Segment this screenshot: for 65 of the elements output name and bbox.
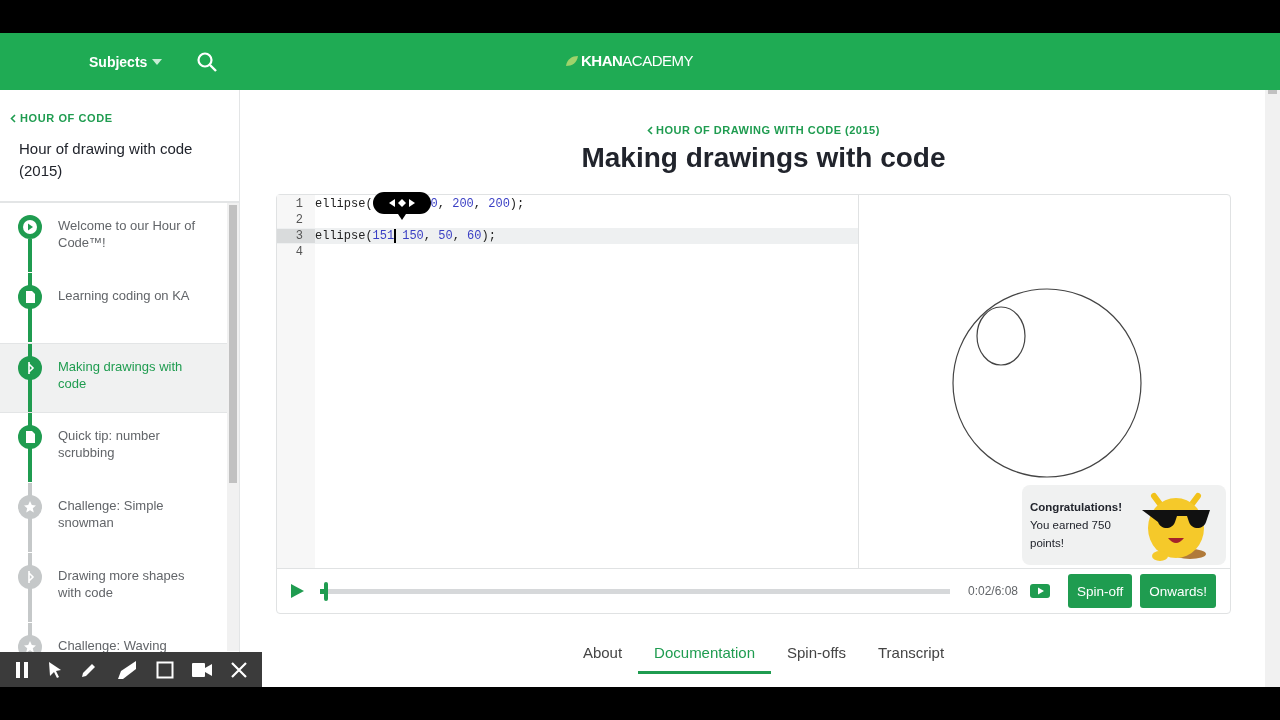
progress-fill <box>320 588 324 594</box>
code-number: 150 <box>402 229 424 243</box>
code-text: , <box>437 197 446 211</box>
caret-icon <box>152 58 163 65</box>
code-editor[interactable]: 1 ellipse( 0, 200, 200); 2 3 ellipse(151 150, 50, 60); 4 <box>277 195 859 568</box>
square-icon[interactable] <box>155 660 174 679</box>
code-text: ellipse( <box>315 197 373 211</box>
highlighter-icon[interactable] <box>116 660 137 679</box>
code-number: 200 <box>488 197 510 211</box>
content-tab[interactable]: Spin-offs <box>771 632 862 674</box>
lesson-title: Learning coding on KA <box>58 287 191 304</box>
scrollbar[interactable] <box>1265 90 1280 687</box>
code-number: 60 <box>467 229 482 243</box>
close-icon[interactable] <box>230 661 247 678</box>
line-number: 4 <box>294 245 304 259</box>
breadcrumb-link[interactable]: HOUR OF DRAWING WITH CODE (2015) <box>627 124 880 136</box>
code-text: ); <box>481 229 496 243</box>
chevron-left-icon <box>647 125 654 135</box>
lesson-title: Welcome to our Hour of Code™! <box>58 217 197 251</box>
lesson-item[interactable]: Challenge: Simple snowman <box>0 483 227 553</box>
code-number: 50 <box>438 229 453 243</box>
line-number: 3 <box>277 229 315 243</box>
code-number: 151 <box>372 229 395 243</box>
leaf-icon <box>565 54 579 67</box>
lesson-item[interactable]: Drawing more shapes with code <box>0 553 227 623</box>
topic-title: Hour of drawing with code (2015) <box>19 139 194 181</box>
page-title: Making drawings with code <box>580 142 946 174</box>
pointer-icon[interactable] <box>47 660 62 679</box>
progress-thumb[interactable] <box>323 581 328 601</box>
camera-icon[interactable] <box>192 662 213 677</box>
lesson-title: Challenge: Waving <box>58 637 168 654</box>
action-button[interactable]: Onwards! <box>1140 574 1217 608</box>
video-icon[interactable] <box>1030 584 1051 598</box>
lesson-title: Making drawings with code <box>58 358 184 392</box>
code-text: , <box>452 229 461 243</box>
code-text: , <box>423 229 433 243</box>
lesson-item[interactable]: Learning coding on KA <box>0 273 227 343</box>
search-icon[interactable] <box>197 51 218 72</box>
text-cursor <box>394 229 397 243</box>
content-tab[interactable]: About <box>566 632 639 674</box>
lesson-item[interactable]: Welcome to our Hour of Code™! <box>0 203 227 273</box>
lesson-title: Challenge: Simple snowman <box>58 497 165 531</box>
code-text: ); <box>509 197 525 211</box>
number-scrubber-icon[interactable] <box>372 192 431 222</box>
toast-heading: Congratulations! <box>1030 500 1123 515</box>
code-number: 200 <box>452 197 474 211</box>
lesson-title: Drawing more shapes with code <box>58 567 186 601</box>
lesson-item[interactable]: Making drawings with code <box>0 343 227 413</box>
lesson-title: Quick tip: number scrubbing <box>58 427 161 461</box>
lesson-item[interactable]: Quick tip: number scrubbing <box>0 413 227 483</box>
content-tab[interactable]: Documentation <box>638 632 771 674</box>
scrollbar[interactable] <box>227 203 239 651</box>
back-link[interactable]: HOUR OF CODE <box>10 112 229 124</box>
line-number: 1 <box>294 197 304 211</box>
time-label: 0:02/6:08 <box>968 584 1019 598</box>
code-text: , <box>473 197 483 211</box>
line-number: 2 <box>294 213 304 227</box>
content-tab[interactable]: Transcript <box>861 632 961 674</box>
code-text: ellipse( <box>315 229 373 243</box>
play-icon[interactable] <box>290 584 304 598</box>
code-number: 0 <box>430 197 438 211</box>
chevron-left-icon <box>10 113 16 123</box>
action-button[interactable]: Spin-off <box>1068 574 1133 608</box>
toast-message: You earned 750 points! <box>1030 518 1112 551</box>
pause-icon[interactable] <box>15 661 30 678</box>
